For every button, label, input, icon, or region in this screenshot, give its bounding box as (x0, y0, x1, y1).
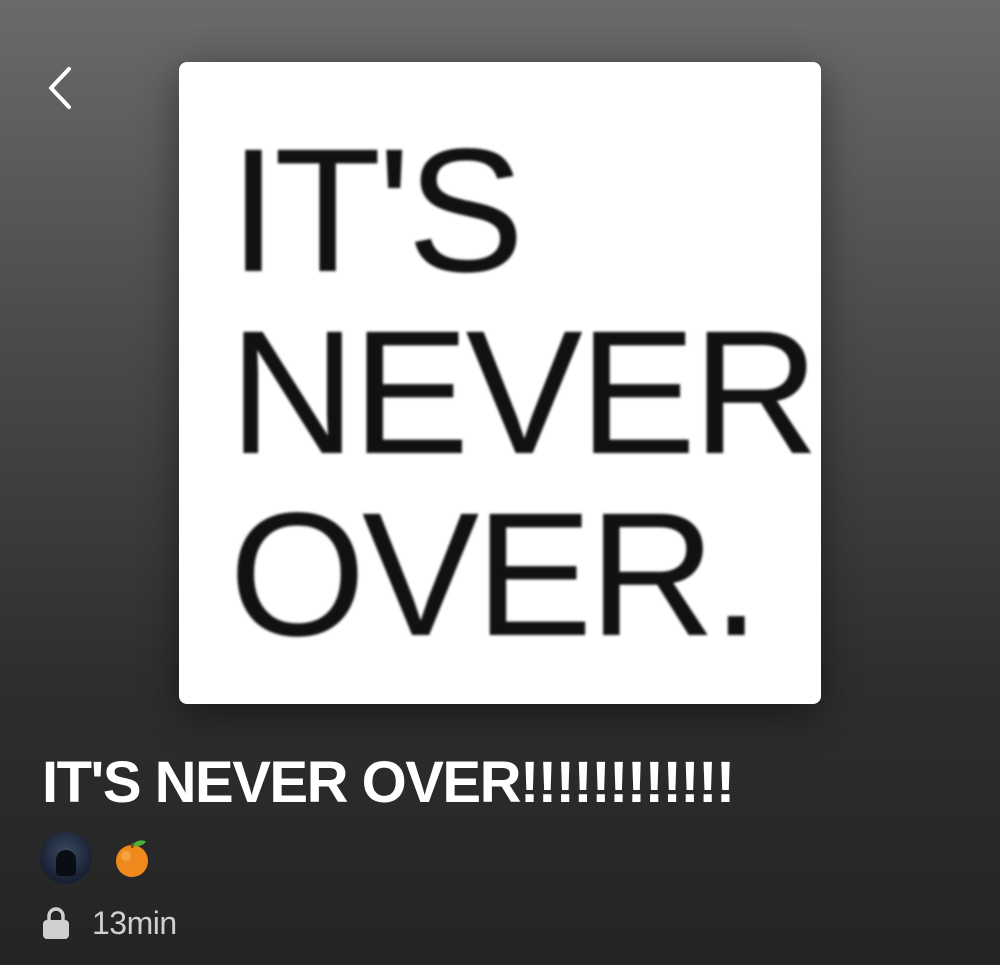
owner-avatar-photo[interactable] (40, 832, 92, 884)
chevron-left-icon (49, 67, 71, 109)
owner-avatars (40, 832, 152, 884)
playlist-cover-image: IT'S NEVER OVER. (179, 62, 821, 704)
cover-image-text: IT'S NEVER OVER. (229, 113, 819, 673)
lock-icon (43, 907, 69, 939)
playlist-duration: 13min (92, 904, 177, 941)
owner-avatar-orange[interactable] (112, 838, 152, 878)
playlist-meta: 13min (42, 900, 177, 946)
playlist-title: IT'S NEVER OVER!!!!!!!!!!!! (42, 750, 735, 815)
orange-icon (116, 840, 148, 877)
back-button[interactable] (36, 60, 84, 116)
